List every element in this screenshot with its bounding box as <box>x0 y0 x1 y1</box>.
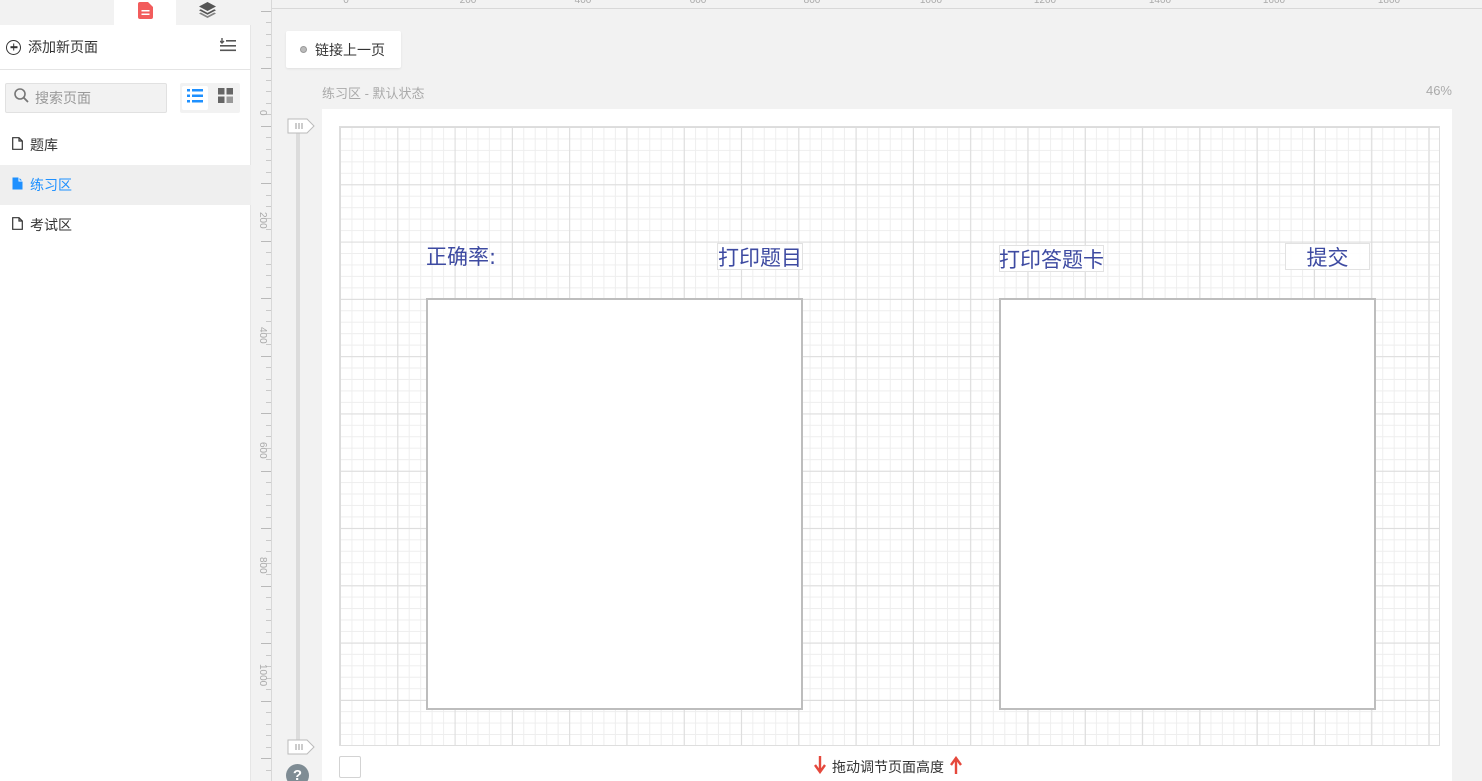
ruler-label: 400 <box>257 327 268 344</box>
page-item-exam[interactable]: 考试区 <box>0 205 251 245</box>
document-icon <box>137 1 153 24</box>
ruler-label: 1600 <box>1262 0 1286 6</box>
tab-layers[interactable] <box>176 0 238 25</box>
page-item-label: 考试区 <box>30 217 72 233</box>
page-item-practice[interactable]: 练习区 <box>0 165 251 205</box>
ruler-label: 800 <box>257 557 268 574</box>
sidebar-tabs <box>0 0 251 25</box>
ruler-label: 0 <box>343 0 349 6</box>
ruler-label: 200 <box>459 0 477 6</box>
height-slider-track[interactable] <box>296 128 300 748</box>
arrow-up-icon <box>950 755 962 779</box>
ruler-label: 1800 <box>1377 0 1401 6</box>
link-previous-page-label: 链接上一页 <box>315 41 385 58</box>
sort-icon[interactable] <box>219 38 236 55</box>
layers-icon <box>198 2 216 23</box>
slider-handle-top[interactable] <box>287 118 315 134</box>
print-questions-button[interactable]: 打印题目 <box>717 243 803 270</box>
ruler-label: 600 <box>689 0 707 6</box>
ruler-label: 200 <box>257 212 268 229</box>
sidebar-divider <box>0 69 251 70</box>
grid-view-button[interactable] <box>212 86 238 110</box>
accuracy-label: 正确率: <box>426 245 497 269</box>
add-circle-icon <box>6 39 21 55</box>
resize-height-handle[interactable]: 拖动调节页面高度 <box>808 755 968 779</box>
link-previous-page-button[interactable]: 链接上一页 <box>286 31 401 68</box>
help-button[interactable]: ? <box>286 764 309 781</box>
search-input[interactable] <box>35 90 155 106</box>
add-page-label: 添加新页面 <box>28 39 98 55</box>
page-icon <box>12 137 23 153</box>
questions-panel[interactable] <box>426 298 803 710</box>
list-view-button[interactable] <box>182 86 208 110</box>
link-dot-icon <box>300 46 307 53</box>
add-page-button[interactable]: 添加新页面 <box>0 33 251 61</box>
page-item-tiku[interactable]: 题库 <box>0 125 251 165</box>
slider-handle-bottom[interactable] <box>287 739 315 755</box>
search-icon <box>14 88 29 108</box>
resize-hint-label: 拖动调节页面高度 <box>832 759 944 775</box>
page-item-label: 练习区 <box>30 177 72 193</box>
page-icon <box>12 217 23 233</box>
ruler-label: 1200 <box>1033 0 1057 6</box>
submit-button[interactable]: 提交 <box>1285 243 1370 270</box>
ruler-label: 600 <box>257 442 268 459</box>
view-toggle <box>180 83 240 113</box>
arrow-down-icon <box>814 755 826 779</box>
sidebar: 添加新页面 搜索页面 题库 练习区 考试区 <box>0 0 251 781</box>
bottom-checkbox[interactable] <box>339 756 361 778</box>
answer-card-panel[interactable] <box>999 298 1376 710</box>
vertical-ruler: 0 200 400 600 800 1000 <box>252 0 272 781</box>
canvas-title: 练习区 - 默认状态 <box>322 86 425 101</box>
ruler-label: 400 <box>574 0 592 6</box>
tab-pages[interactable] <box>114 0 176 25</box>
search-box[interactable] <box>5 83 167 113</box>
grid-icon <box>217 88 233 108</box>
ruler-label: 1000 <box>257 664 268 687</box>
list-icon <box>187 88 203 108</box>
ruler-label: 0 <box>257 110 268 116</box>
horizontal-ruler: 0 200 400 600 800 1000 1200 1400 1600 18… <box>252 0 1482 9</box>
ruler-label: 800 <box>803 0 821 6</box>
ruler-label: 1400 <box>1148 0 1172 6</box>
print-answer-card-button[interactable]: 打印答题卡 <box>999 245 1104 272</box>
ruler-label: 1000 <box>919 0 943 6</box>
page-item-label: 题库 <box>30 137 58 153</box>
page-icon <box>12 177 23 193</box>
zoom-level: 46% <box>1425 83 1452 98</box>
